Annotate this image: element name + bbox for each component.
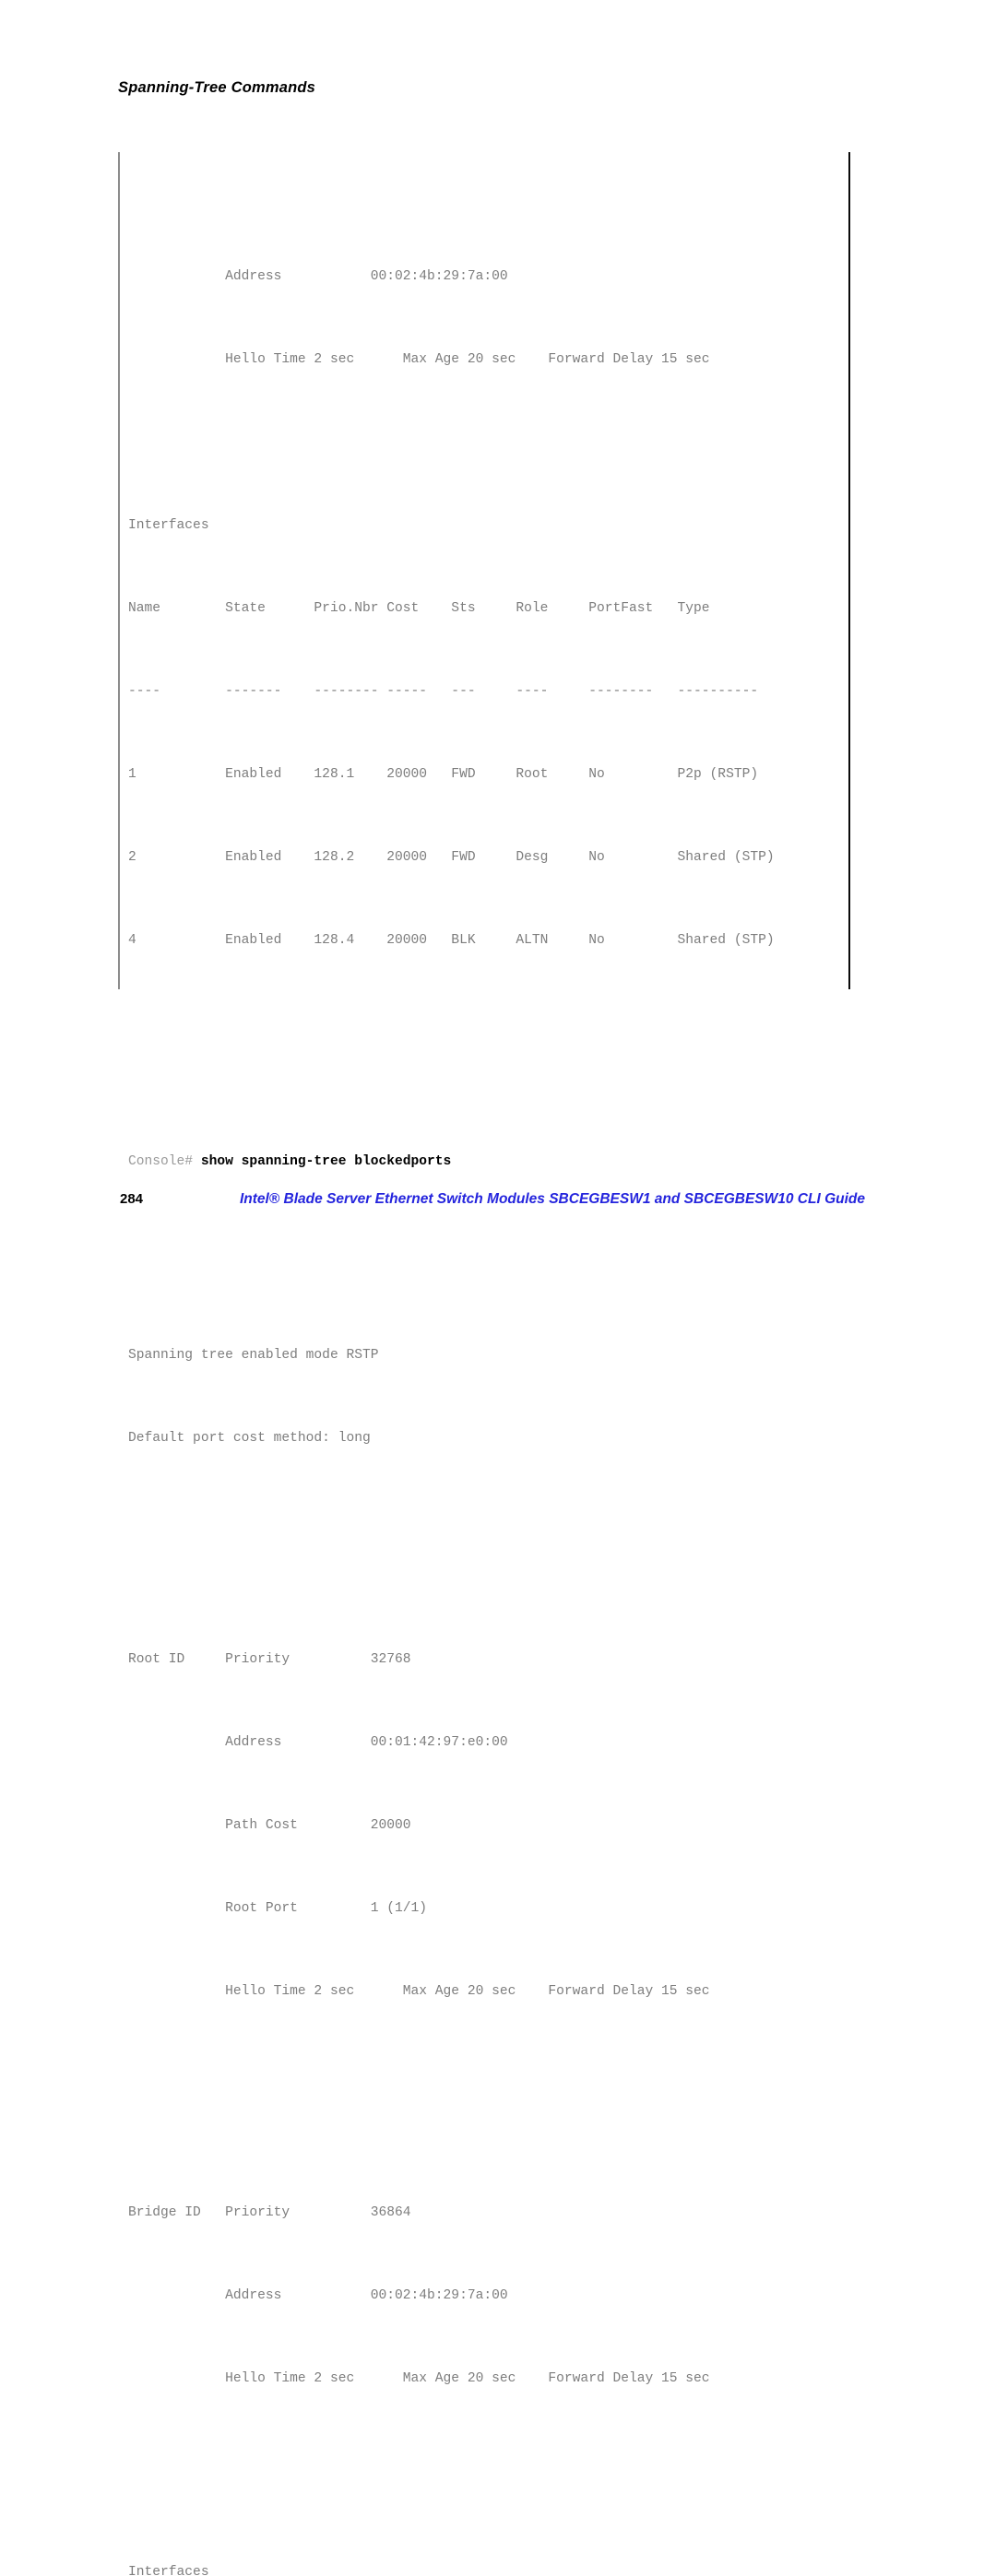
root-id-root-port: Root Port 1 (1/1) — [128, 1901, 428, 1916]
line-blank-1 — [128, 429, 848, 456]
interfaces-label-1: Interfaces — [128, 518, 209, 533]
running-head: Spanning-Tree Commands — [118, 79, 316, 96]
root-id-timers: Hello Time 2 sec Max Age 20 sec Forward … — [128, 1984, 710, 1999]
line-interfaces-1: Interfaces — [128, 512, 848, 539]
line-interfaces-2: Interfaces — [128, 2558, 848, 2576]
table-row: 1 Enabled 128.1 20000 FWD Root No P2p (R… — [128, 761, 848, 788]
root-id-priority: Root ID Priority 32768 — [128, 1652, 411, 1667]
line-blank-2 — [128, 1010, 848, 1037]
line-blank-4 — [128, 1507, 848, 1535]
line-root-id-priority: Root ID Priority 32768 — [128, 1646, 848, 1673]
line-root-id-address: Address 00:01:42:97:e0:00 — [128, 1729, 848, 1756]
table-header-1: Name State Prio.Nbr Cost Sts Role PortFa… — [128, 601, 710, 616]
table-row: 2 Enabled 128.2 20000 FWD Desg No Shared… — [128, 844, 848, 871]
table-row-1-1: 1 Enabled 128.1 20000 FWD Root No P2p (R… — [128, 767, 759, 782]
page-number: 284 — [120, 1191, 144, 1207]
timers-row-1: Hello Time 2 sec Max Age 20 sec Forward … — [128, 352, 710, 367]
line-blank-5 — [128, 2061, 848, 2088]
line-bridge-id-address: Address 00:02:4b:29:7a:00 — [128, 2282, 848, 2310]
spanning-tree-mode: Spanning tree enabled mode RSTP — [128, 1348, 379, 1363]
line-mode: Spanning tree enabled mode RSTP — [128, 1341, 848, 1369]
line-root-id-path-cost: Path Cost 20000 — [128, 1812, 848, 1839]
console-prompt: Console# — [128, 1154, 194, 1169]
bridge-id-timers: Hello Time 2 sec Max Age 20 sec Forward … — [128, 2371, 710, 2386]
footer-document-title: Intel® Blade Server Ethernet Switch Modu… — [239, 1191, 865, 1207]
command-text: show spanning-tree blockedports — [193, 1154, 452, 1169]
terminal-lines: Address 00:02:4b:29:7a:00 Hello Time 2 s… — [128, 152, 848, 2576]
page-footer: 284 Intel® Blade Server Ethernet Switch … — [0, 1191, 996, 1219]
table-row: 4 Enabled 128.4 20000 BLK ALTN No Shared… — [128, 927, 848, 954]
line-timers-1: Hello Time 2 sec Max Age 20 sec Forward … — [128, 346, 848, 373]
interfaces-label-2: Interfaces — [128, 2565, 209, 2576]
root-id-address: Address 00:01:42:97:e0:00 — [128, 1735, 508, 1750]
bridge-id-address: Address 00:02:4b:29:7a:00 — [128, 2288, 508, 2303]
table-row-1-2: 2 Enabled 128.2 20000 FWD Desg No Shared… — [128, 850, 775, 865]
line-table1-rule: ---- ------- -------- ----- --- ---- ---… — [128, 678, 848, 705]
line-blank-6 — [128, 2448, 848, 2476]
bridge-id-priority: Bridge ID Priority 36864 — [128, 2205, 411, 2220]
line-root-id-timers: Hello Time 2 sec Max Age 20 sec Forward … — [128, 1978, 848, 2005]
table-rule-1: ---- ------- -------- ----- --- ---- ---… — [128, 684, 759, 699]
line-bridge-id-timers: Hello Time 2 sec Max Age 20 sec Forward … — [128, 2365, 848, 2393]
default-port-cost-method: Default port cost method: long — [128, 1431, 371, 1446]
line-address: Address 00:02:4b:29:7a:00 — [128, 263, 848, 290]
command-line: Console# show spanning-tree blockedports — [128, 1148, 848, 1176]
address-row-1: Address 00:02:4b:29:7a:00 — [128, 269, 508, 284]
line-table1-header: Name State Prio.Nbr Cost Sts Role PortFa… — [128, 595, 848, 622]
terminal-code-block: Address 00:02:4b:29:7a:00 Hello Time 2 s… — [118, 152, 850, 2576]
line-blank-3 — [128, 1258, 848, 1286]
line-root-id-root-port: Root Port 1 (1/1) — [128, 1895, 848, 1922]
root-id-path-cost: Path Cost 20000 — [128, 1818, 411, 1833]
table-row-1-3: 4 Enabled 128.4 20000 BLK ALTN No Shared… — [128, 933, 775, 948]
line-bridge-id-priority: Bridge ID Priority 36864 — [128, 2199, 848, 2227]
line-cost-method: Default port cost method: long — [128, 1424, 848, 1452]
